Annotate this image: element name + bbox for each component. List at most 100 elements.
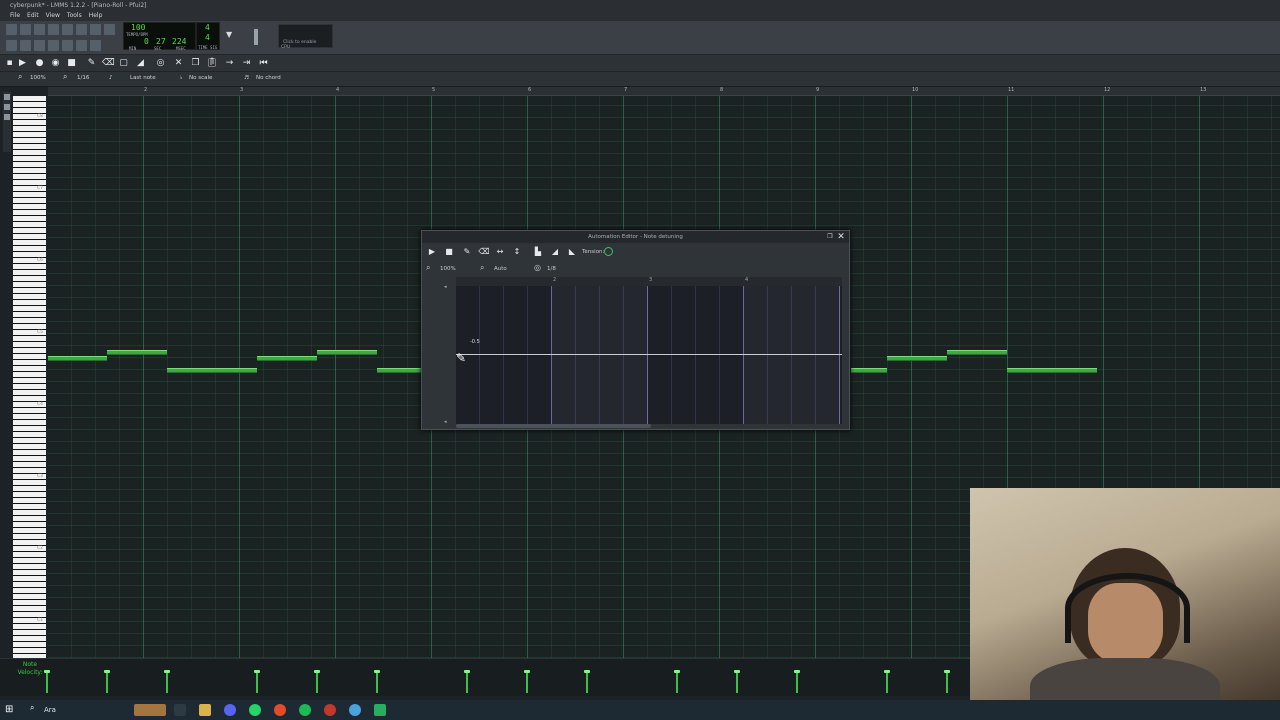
discrete-progression-icon[interactable]: ▙ [532,246,544,258]
cut-icon[interactable]: ✕ [173,58,184,69]
note[interactable] [107,350,167,355]
automation-line[interactable] [456,354,842,355]
quantize-icon[interactable]: ◎ [155,58,166,69]
record-while-playing-icon[interactable]: ◉ [50,58,61,69]
horizontal-scrollbar[interactable] [456,424,651,428]
stop-mode-icon[interactable]: ⏮ [258,58,269,69]
time-signature[interactable]: 4 4 TIME SIG [196,22,220,50]
note[interactable] [48,356,107,361]
velocity-bar[interactable] [164,670,170,693]
cpu-meter[interactable]: Click to enable CPU [278,24,333,50]
zoom-x-value[interactable]: 100% [30,75,46,81]
start-icon[interactable]: ⊞ [5,704,17,716]
fx-mixer-icon[interactable] [62,40,73,51]
velocity-bar[interactable] [584,670,590,693]
chrome-icon[interactable] [274,704,286,716]
menu-file[interactable]: File [10,11,20,21]
select-mode-icon[interactable]: ▢ [118,58,129,69]
settings-icon[interactable] [104,24,115,35]
side-tool-icon[interactable] [4,94,10,100]
cubic-progression-icon[interactable]: ◣ [566,246,578,258]
auto-erase-icon[interactable]: ⌫ [478,246,490,258]
automation-editor-icon[interactable] [48,40,59,51]
automation-editor-title[interactable]: Automation Editor - Note detuning [422,231,849,243]
search-icon[interactable]: ⌕ [30,703,34,713]
detune-mode-icon[interactable]: ◢ [135,58,146,69]
loop-icon[interactable]: → [224,58,235,69]
piano-keyboard[interactable] [13,96,46,658]
task-view-icon[interactable] [174,704,186,716]
menu-edit[interactable]: Edit [27,11,39,21]
timeline-ruler[interactable] [48,87,1280,96]
close-icon[interactable]: ✕ [836,232,846,242]
project-notes-icon[interactable] [90,40,101,51]
auto-zoom-x-value[interactable]: 100% [440,266,456,272]
auto-draw-icon[interactable]: ✎ [461,246,473,258]
note-length-value[interactable]: Last note [130,75,156,81]
scroll-up-icon[interactable]: ◂ [444,284,450,290]
controller-rack-icon[interactable] [76,40,87,51]
taskbar-thumbnail-icon[interactable] [134,704,166,716]
file-explorer-icon[interactable] [199,704,211,716]
what-is-this-icon[interactable] [90,24,101,35]
note[interactable] [257,356,317,361]
master-volume-icon[interactable]: ▼ [226,30,232,40]
quantize-value[interactable]: 1/16 [77,75,89,81]
recent-projects-icon[interactable] [48,24,59,35]
velocity-bar[interactable] [104,670,110,693]
auto-play-icon[interactable]: ▶ [426,246,438,258]
velocity-bar[interactable] [314,670,320,693]
piano-roll-icon[interactable] [34,40,45,51]
erase-mode-icon[interactable]: ⌫ [102,58,115,69]
export-icon[interactable] [76,24,87,35]
spotify-icon[interactable] [299,704,311,716]
whatsapp-icon[interactable] [249,704,261,716]
note[interactable] [1007,368,1097,373]
velocity-bar[interactable] [944,670,950,693]
auto-zoom-y-value[interactable]: Auto [494,266,507,272]
restore-icon[interactable]: ❐ [825,232,835,242]
lmms-icon[interactable] [374,704,386,716]
browser-icon[interactable] [349,704,361,716]
velocity-bar[interactable] [674,670,680,693]
velocity-bar[interactable] [464,670,470,693]
side-tool-icon[interactable] [4,104,10,110]
note[interactable] [377,368,421,373]
copy-icon[interactable]: ❐ [190,58,201,69]
note[interactable] [167,368,257,373]
note[interactable] [317,350,377,355]
velocity-bar[interactable] [254,670,260,693]
note[interactable] [947,350,1007,355]
skip-icon[interactable]: ⇥ [241,58,252,69]
automation-editor-window[interactable]: Automation Editor - Note detuning ❐ ✕ ▶ … [421,230,850,430]
flip-vertical-icon[interactable]: ↕ [511,246,523,258]
draw-mode-icon[interactable]: ✎ [86,58,97,69]
master-pitch-slider[interactable] [254,29,258,45]
velocity-bar[interactable] [524,670,530,693]
chord-value[interactable]: No chord [256,75,281,81]
velocity-bar[interactable] [884,670,890,693]
scroll-down-icon[interactable]: ◂ [444,419,450,425]
automation-canvas[interactable]: -0.5 [456,286,842,424]
velocity-bar[interactable] [374,670,380,693]
save-project-icon[interactable] [62,24,73,35]
tempo-value[interactable]: 100 [131,23,145,32]
piano-roll-menu-icon[interactable]: ▪ [4,58,15,69]
new-from-template-icon[interactable] [20,24,31,35]
song-editor-icon[interactable] [6,40,17,51]
paste-icon[interactable]: 📋︎ [206,58,217,69]
record-icon[interactable]: ● [34,58,45,69]
new-project-icon[interactable] [6,24,17,35]
velocity-bar[interactable] [44,670,50,693]
velocity-bar[interactable] [794,670,800,693]
note[interactable] [851,368,887,373]
tension-knob[interactable] [604,247,613,256]
menu-help[interactable]: Help [89,11,103,21]
linear-progression-icon[interactable]: ◢ [549,246,561,258]
open-project-icon[interactable] [34,24,45,35]
play-icon[interactable]: ▶ [17,58,28,69]
stop-icon[interactable]: ■ [66,58,77,69]
discord-icon[interactable] [224,704,236,716]
side-tool-icon[interactable] [4,114,10,120]
recorder-icon[interactable] [324,704,336,716]
